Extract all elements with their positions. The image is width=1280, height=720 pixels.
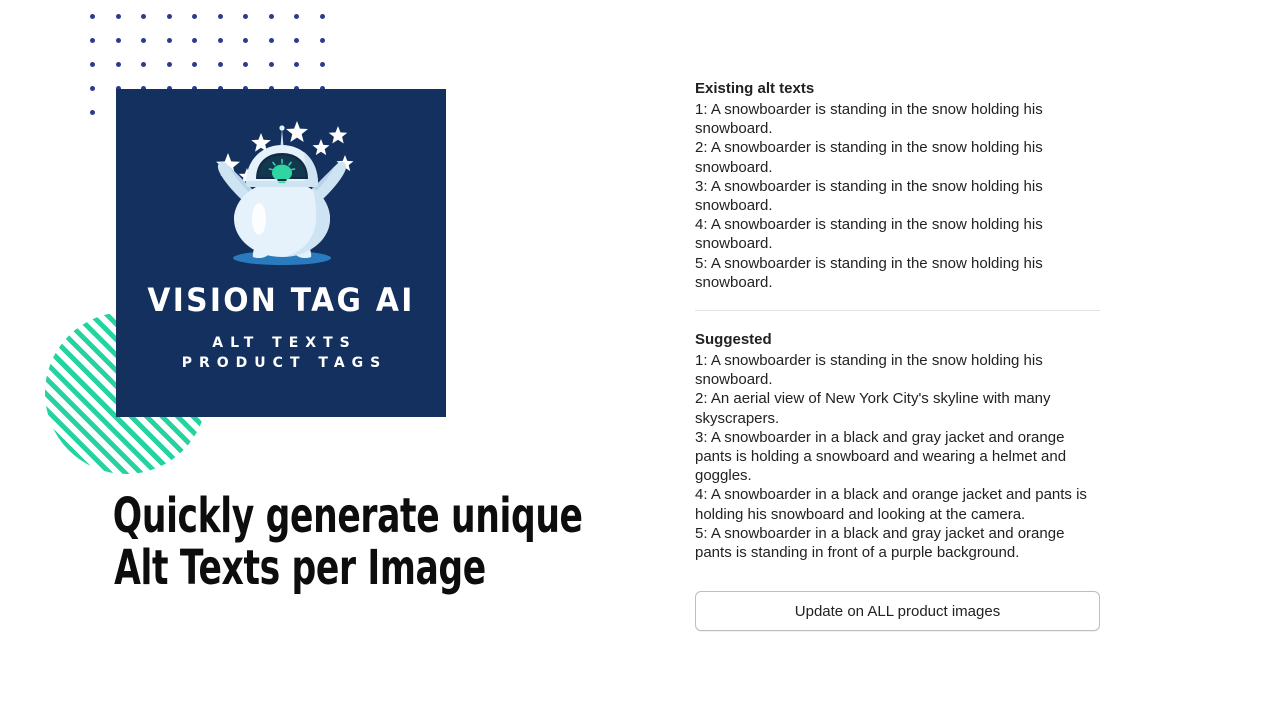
grid-dot bbox=[90, 62, 95, 67]
promo-headline-line-1: Quickly generate unique bbox=[112, 488, 583, 544]
existing-alt-text-item: 1: A snowboarder is standing in the snow… bbox=[695, 101, 1043, 138]
grid-dot bbox=[294, 14, 299, 19]
grid-dot bbox=[319, 38, 325, 43]
grid-dot bbox=[268, 14, 274, 19]
grid-dot bbox=[192, 38, 197, 43]
suggested-alt-text-item: 5: A snowboarder in a black and gray jac… bbox=[695, 524, 1065, 562]
suggested-alt-text-item: 4: A snowboarder in a black and orange j… bbox=[695, 486, 1087, 523]
brand-subtitle-alt-texts: ALT TEXTS bbox=[212, 335, 357, 351]
grid-dot bbox=[294, 38, 299, 43]
existing-alt-text-item: 4: A snowboarder is standing in the snow… bbox=[695, 216, 1043, 253]
grid-dot bbox=[90, 110, 95, 115]
panel-divider bbox=[695, 310, 1100, 312]
grid-dot bbox=[192, 14, 197, 19]
grid-dot bbox=[217, 62, 223, 67]
promo-panel: VISION TAG AI ALT TEXTS PRODUCT TAGS Qui… bbox=[0, 0, 660, 720]
robot-mascot-icon bbox=[116, 111, 446, 281]
suggested-alt-texts-heading: Suggested bbox=[695, 331, 772, 349]
suggested-alt-texts-list: 1: A snowboarder is standing in the snow… bbox=[695, 351, 1100, 562]
grid-dot bbox=[243, 38, 248, 43]
grid-dot bbox=[115, 62, 121, 67]
app-root: VISION TAG AI ALT TEXTS PRODUCT TAGS Qui… bbox=[0, 0, 1280, 720]
grid-dot bbox=[294, 62, 299, 67]
brand-subtitle-product-tags: PRODUCT TAGS bbox=[181, 355, 388, 371]
promo-headline-line-2: Alt Texts per Image bbox=[114, 540, 486, 596]
grid-dot bbox=[243, 14, 248, 19]
grid-dot bbox=[115, 38, 121, 43]
existing-alt-texts-heading: Existing alt texts bbox=[695, 80, 815, 97]
grid-dot bbox=[217, 38, 223, 43]
update-all-product-images-button[interactable]: Update on ALL product images bbox=[695, 591, 1100, 632]
grid-dot bbox=[192, 62, 197, 67]
suggested-alt-text-item: 1: A snowboarder is standing in the snow… bbox=[695, 352, 1043, 389]
grid-dot bbox=[141, 38, 146, 43]
grid-dot bbox=[141, 62, 146, 67]
grid-dot bbox=[268, 62, 274, 67]
grid-dot bbox=[166, 62, 172, 67]
alt-text-panel: Existing alt texts 1: A snowboarder is s… bbox=[695, 78, 1100, 632]
grid-dot bbox=[90, 14, 95, 19]
grid-dot bbox=[90, 38, 95, 43]
existing-alt-text-item: 5: A snowboarder is standing in the snow… bbox=[695, 254, 1043, 291]
brand-logo-card: VISION TAG AI ALT TEXTS PRODUCT TAGS bbox=[116, 89, 446, 417]
grid-dot bbox=[90, 86, 95, 91]
grid-dot bbox=[115, 14, 121, 19]
grid-dot bbox=[217, 14, 223, 19]
suggested-alt-text-item: 3: A snowboarder in a black and gray jac… bbox=[695, 428, 1067, 485]
existing-alt-text-item: 3: A snowboarder is standing in the snow… bbox=[695, 177, 1043, 215]
existing-alt-text-item: 2: A snowboarder is standing in the snow… bbox=[695, 139, 1043, 176]
existing-alt-texts-list: 1: A snowboarder is standing in the snow… bbox=[695, 100, 1100, 292]
grid-dot bbox=[319, 14, 325, 19]
grid-dot bbox=[166, 38, 172, 43]
grid-dot bbox=[166, 14, 172, 19]
brand-title: VISION TAG AI bbox=[147, 281, 415, 319]
grid-dot bbox=[141, 14, 146, 19]
grid-dot bbox=[268, 38, 274, 43]
promo-headline: Quickly generate unique Alt Texts per Im… bbox=[112, 488, 583, 596]
grid-dot bbox=[319, 62, 325, 67]
grid-dot bbox=[243, 62, 248, 67]
suggested-alt-text-item: 2: An aerial view of New York City's sky… bbox=[695, 390, 1051, 427]
